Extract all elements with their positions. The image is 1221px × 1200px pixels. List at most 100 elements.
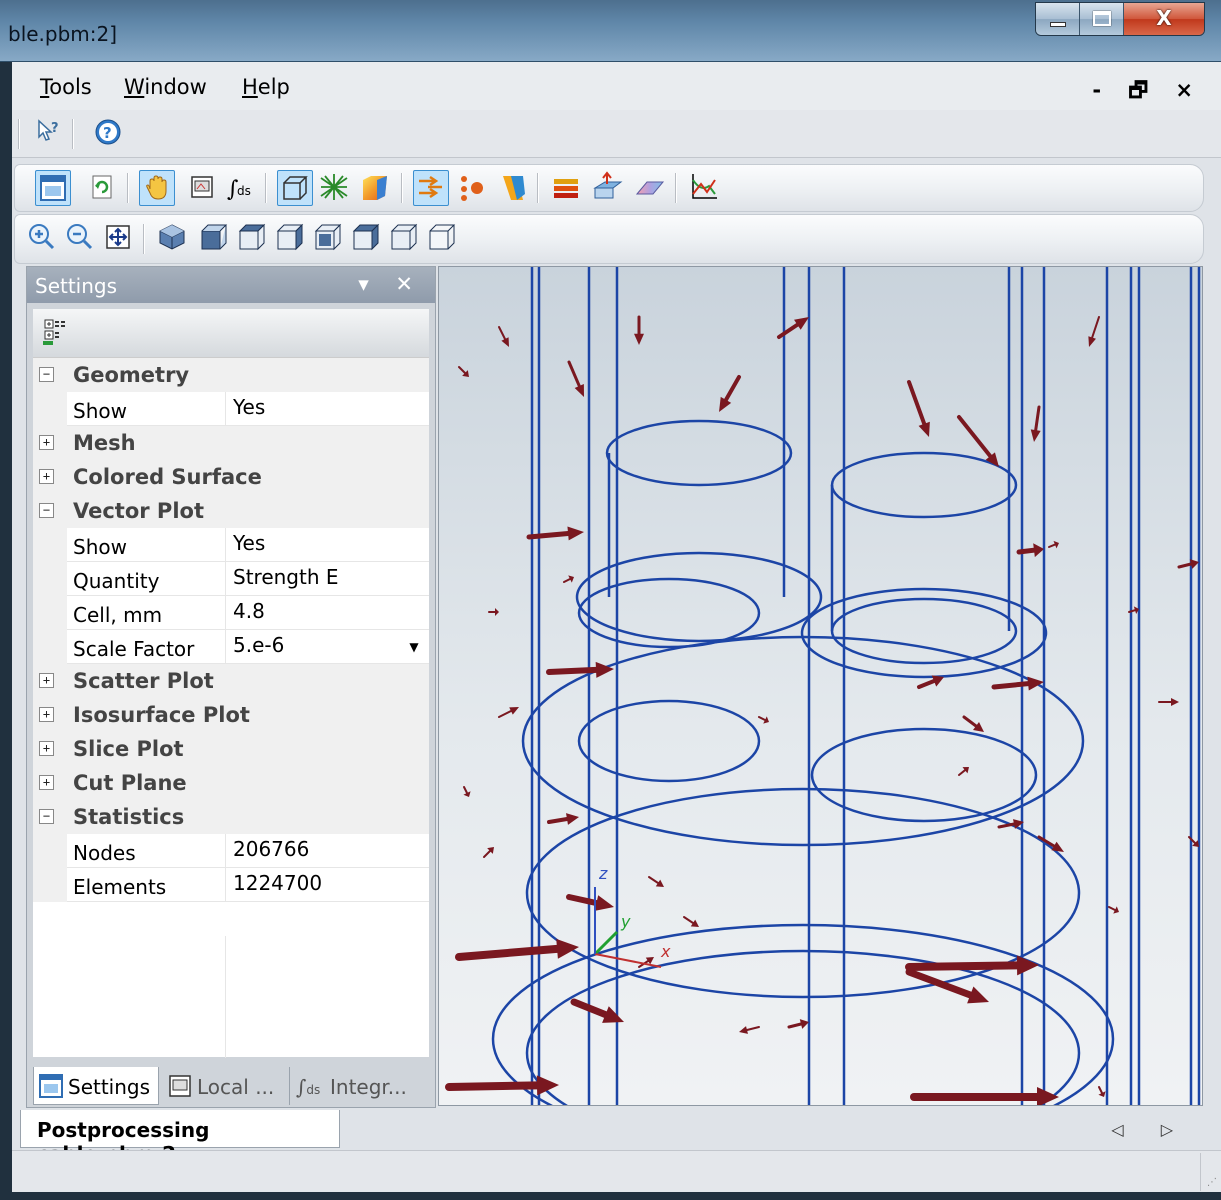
vector-plot-icon bbox=[419, 175, 442, 199]
view-wire-button[interactable] bbox=[425, 220, 461, 256]
settings-window-button[interactable] bbox=[35, 170, 71, 206]
xy-plot-button[interactable] bbox=[687, 170, 723, 206]
plane-button[interactable] bbox=[633, 170, 669, 206]
tab-settings[interactable]: Settings bbox=[33, 1067, 159, 1105]
vector-plot-button[interactable] bbox=[413, 170, 449, 206]
resize-grip-icon[interactable]: ⋰ bbox=[1207, 1177, 1217, 1188]
zoom-in-button[interactable] bbox=[25, 220, 61, 256]
category-statistics[interactable]: − Statistics bbox=[33, 800, 429, 834]
expand-icon[interactable]: + bbox=[39, 469, 54, 484]
pan-button[interactable] bbox=[139, 170, 175, 206]
collapse-icon[interactable]: − bbox=[39, 367, 54, 382]
3d-viewport[interactable]: y x z bbox=[438, 266, 1203, 1106]
category-label: Vector Plot bbox=[73, 499, 204, 523]
tab-local[interactable]: Local ... bbox=[163, 1067, 285, 1105]
category-slice-plot[interactable]: + Slice Plot bbox=[33, 732, 429, 766]
panel-controls[interactable]: ▾ ✕ bbox=[358, 272, 423, 296]
property-value[interactable]: Yes bbox=[233, 531, 265, 555]
field-arrow-shaft bbox=[1177, 562, 1193, 569]
maximize-button[interactable] bbox=[1080, 3, 1124, 35]
view-front-button[interactable] bbox=[197, 220, 233, 256]
tab-scroll-arrows[interactable]: ◁ ▷ bbox=[1111, 1120, 1189, 1139]
category-mesh[interactable]: + Mesh bbox=[33, 426, 429, 460]
field-arrow-shaft bbox=[958, 769, 966, 776]
field-arrow-shaft bbox=[455, 944, 562, 961]
collapse-icon[interactable]: − bbox=[39, 503, 54, 518]
property-row-elements[interactable]: Elements 1224700 bbox=[33, 868, 429, 902]
expand-icon[interactable]: + bbox=[39, 775, 54, 790]
zoom-view-toolbar bbox=[14, 214, 1204, 264]
colored-surface-button[interactable] bbox=[357, 170, 393, 206]
category-isosurface-plot[interactable]: + Isosurface Plot bbox=[33, 698, 429, 732]
category-colored-surface[interactable]: + Colored Surface bbox=[33, 460, 429, 494]
menu-help[interactable]: Help bbox=[242, 75, 290, 99]
whats-this-icon[interactable]: ? bbox=[36, 118, 64, 146]
view-left-button[interactable] bbox=[273, 220, 309, 256]
isometric-view-button[interactable] bbox=[155, 220, 191, 256]
title-bar[interactable]: ble.pbm:2] X bbox=[0, 0, 1221, 62]
field-arrow-head bbox=[1171, 698, 1179, 706]
conductor-ring bbox=[830, 597, 1018, 665]
category-cut-plane[interactable]: + Cut Plane bbox=[33, 766, 429, 800]
field-arrow-shaft bbox=[547, 817, 569, 824]
property-value[interactable]: Strength E bbox=[233, 565, 339, 589]
menu-window[interactable]: Window bbox=[124, 75, 207, 99]
axis-y-label: y bbox=[620, 912, 631, 931]
expand-icon[interactable]: + bbox=[39, 707, 54, 722]
local-values-button[interactable] bbox=[185, 170, 221, 206]
category-geometry[interactable]: − Geometry bbox=[33, 358, 429, 392]
help-icon[interactable]: ? bbox=[94, 118, 122, 146]
property-row-geometry-show[interactable]: Show Yes bbox=[33, 392, 429, 426]
slice-plot-button[interactable] bbox=[549, 170, 585, 206]
scale-factor-select[interactable]: 5.e-6 bbox=[233, 633, 284, 657]
view-bottom-button[interactable] bbox=[387, 220, 423, 256]
collapse-icon[interactable]: − bbox=[39, 809, 54, 824]
minimize-button[interactable] bbox=[1036, 3, 1080, 35]
view-top-button[interactable] bbox=[349, 220, 385, 256]
tab-integrals[interactable]: ∫ds Integr... bbox=[289, 1067, 429, 1105]
zoom-out-icon bbox=[67, 224, 93, 250]
property-row-nodes[interactable]: Nodes 206766 bbox=[33, 834, 429, 868]
zoom-out-button[interactable] bbox=[63, 220, 99, 256]
viewport-canvas[interactable]: y x z bbox=[439, 267, 1203, 1106]
property-row-scale-factor[interactable]: Scale Factor 5.e-6 ▼ bbox=[33, 630, 429, 664]
property-value[interactable]: Yes bbox=[233, 395, 265, 419]
conductor-outlines bbox=[491, 267, 1201, 1105]
categorized-view-icon[interactable] bbox=[41, 317, 71, 347]
field-arrow-shaft bbox=[1108, 906, 1116, 911]
integral-button[interactable]: ∫ ds bbox=[223, 170, 259, 206]
cut-plane-button[interactable] bbox=[591, 170, 627, 206]
menu-tools[interactable]: Tools bbox=[40, 75, 92, 99]
chevron-down-icon[interactable]: ▼ bbox=[403, 636, 425, 658]
conductor-ring bbox=[525, 949, 1081, 1105]
scatter-plot-button[interactable] bbox=[455, 170, 491, 206]
view-right-button[interactable] bbox=[311, 220, 347, 256]
property-row-cell[interactable]: Cell, mm 4.8 bbox=[33, 596, 429, 630]
help-toolbar: ? ? bbox=[12, 110, 1221, 158]
expand-icon[interactable]: + bbox=[39, 435, 54, 450]
mesh-button[interactable] bbox=[317, 170, 353, 206]
zoom-fit-button[interactable] bbox=[101, 220, 137, 256]
document-tab-postprocessing[interactable]: Postprocessing cable.pbm:2 bbox=[20, 1110, 340, 1166]
column-divider bbox=[225, 936, 226, 1058]
field-arrow-shaft bbox=[907, 380, 927, 426]
category-scatter-plot[interactable]: + Scatter Plot bbox=[33, 664, 429, 698]
local-values-icon bbox=[169, 1075, 191, 1097]
conductor-ring bbox=[577, 577, 761, 649]
mdi-window-buttons[interactable]: - 🗗 × bbox=[1092, 76, 1203, 111]
field-arrow-shaft bbox=[905, 961, 1022, 971]
property-row-vector-show[interactable]: Show Yes bbox=[33, 528, 429, 562]
property-row-quantity[interactable]: Quantity Strength E bbox=[33, 562, 429, 596]
category-vector-plot[interactable]: − Vector Plot bbox=[33, 494, 429, 528]
refresh-button[interactable] bbox=[85, 170, 121, 206]
property-value[interactable]: 4.8 bbox=[233, 599, 265, 623]
field-arrow-shaft bbox=[1091, 316, 1100, 339]
expand-icon[interactable]: + bbox=[39, 673, 54, 688]
geometry-button[interactable] bbox=[277, 170, 313, 206]
expand-icon[interactable]: + bbox=[39, 741, 54, 756]
view-back-button[interactable] bbox=[235, 220, 271, 256]
field-arrow-shaft bbox=[957, 415, 993, 459]
close-button[interactable]: X bbox=[1124, 3, 1204, 35]
window-bottom-edge bbox=[0, 1192, 1221, 1200]
isosurface-button[interactable] bbox=[497, 170, 533, 206]
